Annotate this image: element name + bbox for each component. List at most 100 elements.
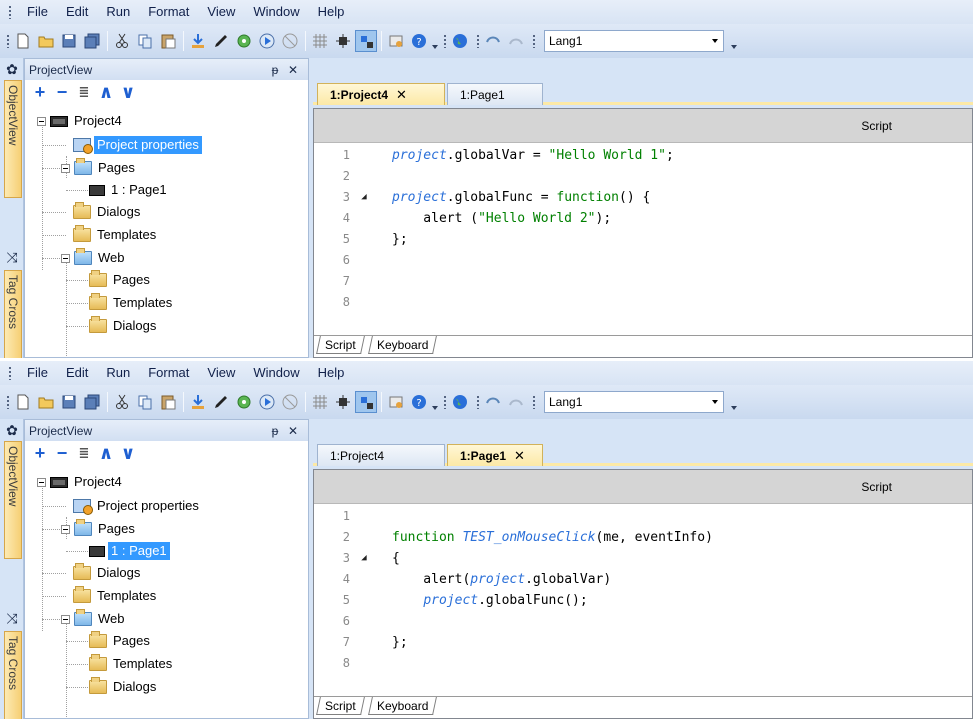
tree-item-web[interactable]: Web xyxy=(61,609,128,629)
code-line[interactable]: 1 project.globalVar = "Hello World 1"; xyxy=(314,146,972,164)
code-line[interactable]: 6 xyxy=(314,612,972,630)
pen-icon[interactable] xyxy=(210,391,232,413)
menu-help[interactable]: Help xyxy=(309,361,354,385)
collapse-icon[interactable] xyxy=(61,614,70,624)
tree-item-pages[interactable]: Pages xyxy=(61,519,138,539)
gear-icon[interactable] xyxy=(233,30,255,52)
collapse-icon[interactable] xyxy=(61,524,70,534)
tree-item-web-pages[interactable]: Pages xyxy=(89,270,153,290)
code-line[interactable]: 4 alert(project.globalVar) xyxy=(314,570,972,588)
tab-keyboard[interactable]: Keyboard xyxy=(368,336,438,354)
paste-icon[interactable] xyxy=(157,391,179,413)
save-all-icon[interactable] xyxy=(81,391,103,413)
menu-view[interactable]: View xyxy=(198,0,244,24)
move-up-icon[interactable]: ∧ xyxy=(95,442,117,464)
new-icon[interactable] xyxy=(12,30,34,52)
toolbar-overflow-icon[interactable] xyxy=(730,30,738,52)
tree-item-project4[interactable]: Project4 xyxy=(37,111,125,131)
menu-help[interactable]: Help xyxy=(309,0,354,24)
tab-page1[interactable]: 1:Page1 ✕ xyxy=(447,444,543,466)
toolbar-overflow-icon[interactable] xyxy=(431,30,439,52)
code-area[interactable]: 1 2 function TEST_onMouseClick(me, eventIn… xyxy=(314,507,972,692)
chevron-down-icon[interactable] xyxy=(707,392,723,412)
tree-item-web[interactable]: Web xyxy=(61,248,128,268)
close-icon[interactable]: ✕ xyxy=(514,448,525,464)
tree-item-project-properties[interactable]: Project properties xyxy=(73,496,202,516)
save-all-icon[interactable] xyxy=(81,30,103,52)
tree-item-web-dialogs[interactable]: Dialogs xyxy=(89,316,159,336)
menu-edit[interactable]: Edit xyxy=(57,0,97,24)
move-down-icon[interactable]: ∨ xyxy=(117,81,139,103)
tab-page1[interactable]: 1:Page1 xyxy=(447,83,543,105)
globe-icon[interactable] xyxy=(449,391,471,413)
pen-icon[interactable] xyxy=(210,30,232,52)
tree-item-web-dialogs[interactable]: Dialogs xyxy=(89,677,159,697)
grid-icon[interactable] xyxy=(309,30,331,52)
tab-script[interactable]: Script xyxy=(316,697,365,715)
open-icon[interactable] xyxy=(35,391,57,413)
remove-icon[interactable]: − xyxy=(51,442,73,464)
code-line[interactable]: 4 alert ("Hello World 2"); xyxy=(314,209,972,227)
code-line[interactable]: 8 xyxy=(314,654,972,672)
tree-item-pages[interactable]: Pages xyxy=(61,158,138,178)
help-icon[interactable]: ? xyxy=(408,391,430,413)
redo-icon[interactable] xyxy=(505,30,527,52)
open-icon[interactable] xyxy=(35,30,57,52)
tab-project4[interactable]: 1:Project4 ✕ xyxy=(317,83,445,105)
play-icon[interactable] xyxy=(256,30,278,52)
menu-run[interactable]: Run xyxy=(97,361,139,385)
menu-run[interactable]: Run xyxy=(97,0,139,24)
script-editor[interactable]: Script 1 2 function TEST_onMouseClick(me, … xyxy=(313,469,973,719)
menu-window[interactable]: Window xyxy=(244,0,308,24)
code-line[interactable]: 7}; xyxy=(314,633,972,651)
close-icon[interactable]: ✕ xyxy=(396,87,407,103)
code-area[interactable]: 1 project.globalVar = "Hello World 1"; 2 3 ◢… xyxy=(314,146,972,331)
copy-icon[interactable] xyxy=(134,30,156,52)
save-icon[interactable] xyxy=(58,391,80,413)
save-icon[interactable] xyxy=(58,30,80,52)
menu-file[interactable]: File xyxy=(18,0,57,24)
layout-icon[interactable] xyxy=(355,30,377,52)
tree-item-dialogs[interactable]: Dialogs xyxy=(73,202,143,222)
code-line[interactable]: 6 xyxy=(314,251,972,269)
paste-icon[interactable] xyxy=(157,30,179,52)
code-line[interactable]: 2 xyxy=(314,167,972,185)
move-down-icon[interactable]: ∨ xyxy=(117,442,139,464)
grid-icon[interactable] xyxy=(309,391,331,413)
collapse-icon[interactable] xyxy=(37,477,46,487)
objectview-side-tab[interactable]: ObjectView xyxy=(4,441,22,559)
tree-item-web-templates[interactable]: Templates xyxy=(89,293,175,313)
tab-script[interactable]: Script xyxy=(316,336,365,354)
undo-icon[interactable] xyxy=(482,391,504,413)
undo-icon[interactable] xyxy=(482,30,504,52)
menu-file[interactable]: File xyxy=(18,361,57,385)
code-line[interactable]: 5}; xyxy=(314,230,972,248)
menu-window[interactable]: Window xyxy=(244,361,308,385)
copy-icon[interactable] xyxy=(134,391,156,413)
tree-item-templates[interactable]: Templates xyxy=(73,586,159,606)
tag-cross-side-tab[interactable]: Tag Cross xyxy=(4,631,22,719)
script-editor[interactable]: Script 1 project.globalVar = "Hello World… xyxy=(313,108,973,358)
tree-item-web-pages[interactable]: Pages xyxy=(89,631,153,651)
properties-icon[interactable]: ≣ xyxy=(73,81,95,103)
fold-icon[interactable]: ◢ xyxy=(356,192,372,202)
tree-item-page1[interactable]: 1 : Page1 xyxy=(89,541,170,561)
language-select[interactable]: Lang1 xyxy=(544,30,724,52)
stop-icon[interactable] xyxy=(279,30,301,52)
tab-project4[interactable]: 1:Project4 xyxy=(317,444,445,466)
close-icon[interactable]: ✕ xyxy=(284,63,302,77)
chevron-down-icon[interactable] xyxy=(707,31,723,51)
toolbar-overflow-icon[interactable] xyxy=(730,391,738,413)
stop-icon[interactable] xyxy=(279,391,301,413)
tree-item-project-properties[interactable]: Project properties xyxy=(73,135,202,155)
tree-item-project4[interactable]: Project4 xyxy=(37,472,125,492)
move-up-icon[interactable]: ∧ xyxy=(95,81,117,103)
pin-icon[interactable]: ᵽ xyxy=(266,424,284,438)
menu-format[interactable]: Format xyxy=(139,361,198,385)
code-line[interactable]: 3 ◢ { xyxy=(314,549,972,567)
menu-view[interactable]: View xyxy=(198,361,244,385)
code-line[interactable]: 8 xyxy=(314,293,972,311)
collapse-icon[interactable] xyxy=(37,116,46,126)
fold-icon[interactable]: ◢ xyxy=(356,553,372,563)
play-icon[interactable] xyxy=(256,391,278,413)
